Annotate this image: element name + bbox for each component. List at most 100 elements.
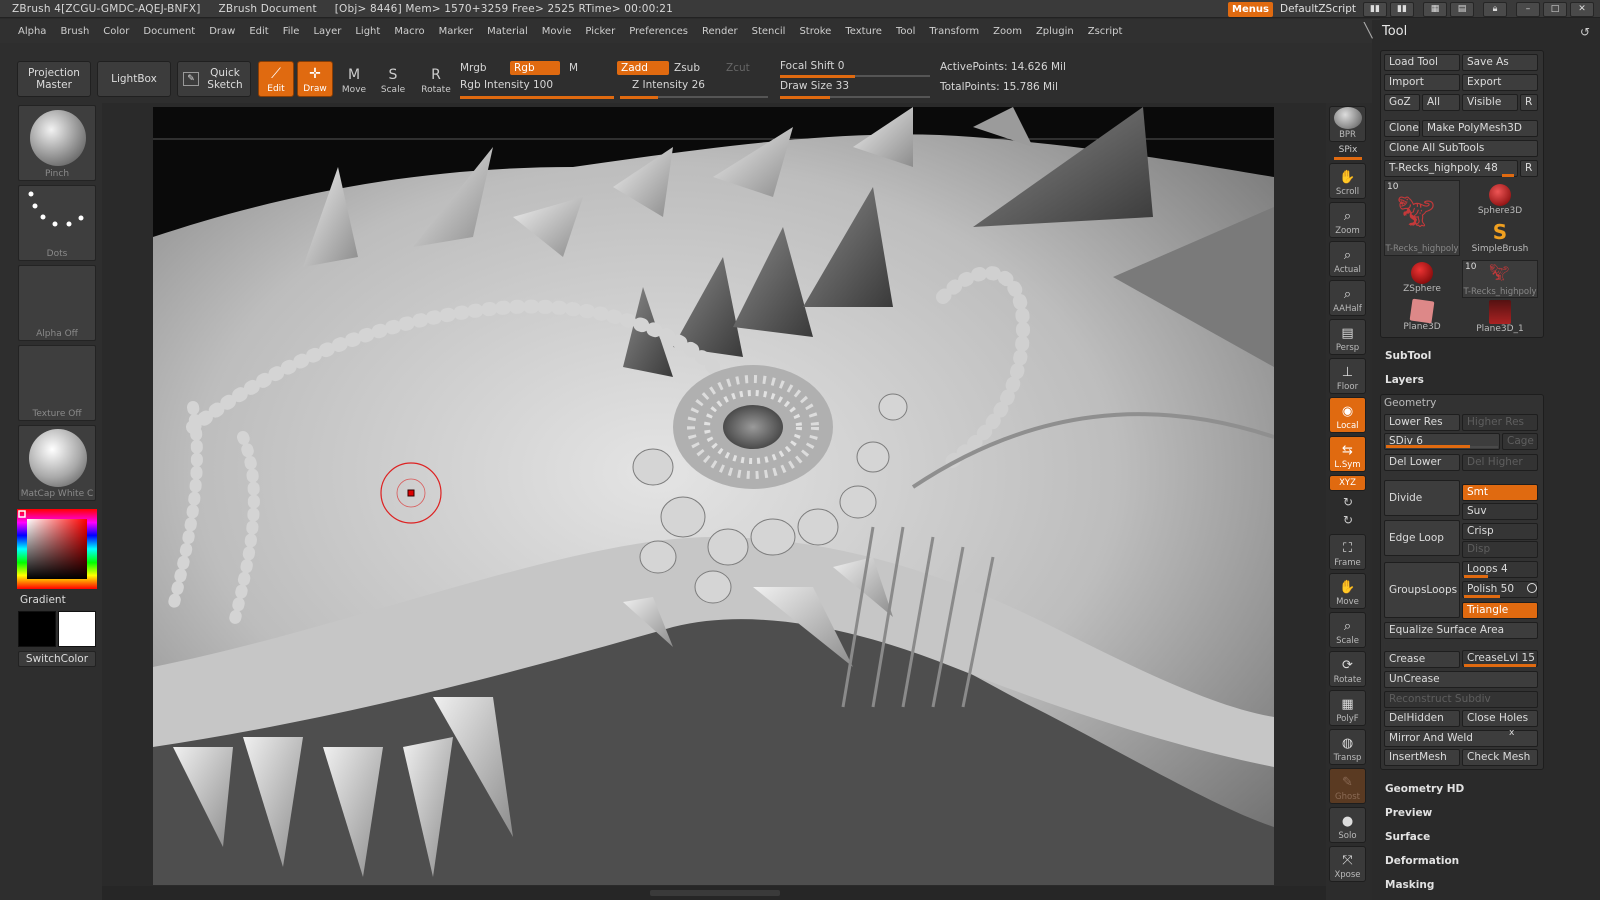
lsym-button[interactable]: ⇆ L.Sym [1329,436,1366,472]
menu-render[interactable]: Render [702,26,738,37]
move-view-button[interactable]: ✋ Move [1329,573,1366,609]
subtool-section[interactable]: SubTool [1385,350,1431,362]
geometry-hd-section[interactable]: Geometry HD [1385,783,1464,795]
goz-r-button[interactable]: R [1520,94,1538,111]
menu-material[interactable]: Material [487,26,528,37]
transp-button[interactable]: ◍ Transp [1329,729,1366,765]
lightbox-button[interactable]: LightBox [97,61,171,97]
rgb-intensity-slider[interactable]: Rgb Intensity 100 [460,79,553,91]
divide-button[interactable]: Divide [1384,480,1460,516]
clone-all-subtools-button[interactable]: Clone All SubTools [1384,140,1538,157]
triangle-toggle[interactable]: Triangle [1462,602,1538,619]
palette-handle-icon[interactable]: ╲ [1364,23,1372,39]
projection-master-button[interactable]: Projection Master [17,61,91,97]
menu-zoom[interactable]: Zoom [993,26,1022,37]
menu-tool[interactable]: Tool [896,26,915,37]
solo-button[interactable]: ● Solo [1329,807,1366,843]
polish-circle-icon[interactable] [1527,583,1537,593]
mirror-and-weld-button[interactable]: Mirror And Weld [1384,730,1538,747]
mrgb-toggle[interactable]: Mrgb [456,61,491,75]
bpr-button[interactable]: BPR [1329,106,1366,142]
maximize-icon[interactable]: □ [1543,1,1567,17]
floor-button[interactable]: ⊥ Floor [1329,358,1366,394]
masking-section[interactable]: Masking [1385,879,1434,891]
color-picker[interactable] [17,509,97,589]
subtool-thumb[interactable]: 10 🦖︎ T-Recks_highpoly [1384,180,1460,256]
scroll-button[interactable]: ✋ Scroll [1329,163,1366,199]
menu-light[interactable]: Light [355,26,380,37]
minimize-icon[interactable]: – [1516,1,1540,17]
current-tool-slider[interactable]: T-Recks_highpoly. 48 [1384,160,1518,177]
bottom-tray-grip[interactable] [650,890,780,896]
check-mesh-button[interactable]: Check Mesh [1462,749,1538,766]
material-selector[interactable]: MatCap White C [18,425,96,501]
gradient-label[interactable]: Gradient [20,594,66,606]
goz-all-button[interactable]: All [1422,94,1460,111]
menu-preferences[interactable]: Preferences [629,26,688,37]
quick-sketch-button[interactable]: ✎ Quick Sketch [177,61,251,97]
make-polymesh-button[interactable]: Make PolyMesh3D [1422,120,1538,137]
preview-section[interactable]: Preview [1385,807,1432,819]
brush-selector[interactable]: Pinch [18,105,96,181]
switch-color-button[interactable]: SwitchColor [18,651,96,667]
load-tool-button[interactable]: Load Tool [1384,54,1460,71]
zoom-button[interactable]: ⌕ Zoom [1329,202,1366,238]
move-mode-button[interactable]: M Move [336,61,372,97]
menu-file[interactable]: File [283,26,300,37]
smt-toggle[interactable]: Smt [1462,484,1538,501]
higher-res-button[interactable]: Higher Res [1462,414,1538,431]
crisp-toggle[interactable]: Crisp [1462,523,1538,540]
insert-mesh-button[interactable]: InsertMesh [1384,749,1460,766]
menu-transform[interactable]: Transform [929,26,979,37]
layout-icon[interactable]: ▦ [1423,1,1447,17]
focal-shift-slider[interactable]: Focal Shift 0 [780,60,844,72]
del-hidden-button[interactable]: DelHidden [1384,710,1460,727]
menu-draw[interactable]: Draw [209,26,235,37]
tool-palette-title[interactable]: Tool [1382,24,1407,39]
persp-button[interactable]: ▤ Persp [1329,319,1366,355]
subtool-thumb[interactable]: S SimpleBrush [1462,220,1538,258]
mirror-axis-icon[interactable]: x [1509,728,1514,738]
aahalf-button[interactable]: ⌕ AAHalf [1329,280,1366,316]
bottom-tray-handle[interactable] [102,886,1326,900]
draw-size-slider[interactable]: Draw Size 33 [780,80,849,92]
lock-icon[interactable]: 🔒︎ [1483,1,1507,17]
stroke-selector[interactable]: Dots [18,185,96,261]
xyz-button[interactable]: XYZ [1329,475,1366,491]
rotate-view-button[interactable]: ⟳ Rotate [1329,651,1366,687]
menu-edit[interactable]: Edit [249,26,268,37]
rotate-mode-button[interactable]: R Rotate [418,61,454,97]
alpha-selector[interactable]: Alpha Off [18,265,96,341]
interface-layout-alt-icon[interactable]: ▮▮ [1390,1,1414,17]
menu-movie[interactable]: Movie [542,26,572,37]
scale-mode-button[interactable]: S Scale [375,61,411,97]
export-button[interactable]: Export [1462,74,1538,91]
ghost-button[interactable]: ✎ Ghost [1329,768,1366,804]
deformation-section[interactable]: Deformation [1385,855,1459,867]
import-button[interactable]: Import [1384,74,1460,91]
menu-marker[interactable]: Marker [439,26,474,37]
subtool-thumb[interactable]: ZSphere [1384,260,1460,298]
main-color-swatch[interactable] [18,611,56,647]
texture-selector[interactable]: Texture Off [18,345,96,421]
menu-stroke[interactable]: Stroke [799,26,831,37]
subtool-thumb[interactable]: Plane3D_1 [1462,300,1538,338]
menu-color[interactable]: Color [103,26,129,37]
clone-button[interactable]: Clone [1384,120,1420,137]
lower-res-button[interactable]: Lower Res [1384,414,1460,431]
menu-macro[interactable]: Macro [394,26,424,37]
del-lower-button[interactable]: Del Lower [1384,454,1460,471]
menu-stencil[interactable]: Stencil [752,26,786,37]
menu-texture[interactable]: Texture [845,26,882,37]
rotate-z-icon[interactable]: ↻ [1326,513,1370,527]
current-tool-r-button[interactable]: R [1520,160,1538,177]
crease-button[interactable]: Crease [1384,651,1460,668]
groups-loops-button[interactable]: GroupsLoops [1384,562,1460,618]
close-holes-button[interactable]: Close Holes [1462,710,1538,727]
cage-button[interactable]: Cage [1502,433,1538,450]
suv-toggle[interactable]: Suv [1462,503,1538,520]
secondary-color-swatch[interactable] [58,611,96,647]
close-icon[interactable]: ✕ [1570,1,1594,17]
goz-button[interactable]: GoZ [1384,94,1420,111]
goz-visible-button[interactable]: Visible [1462,94,1518,111]
